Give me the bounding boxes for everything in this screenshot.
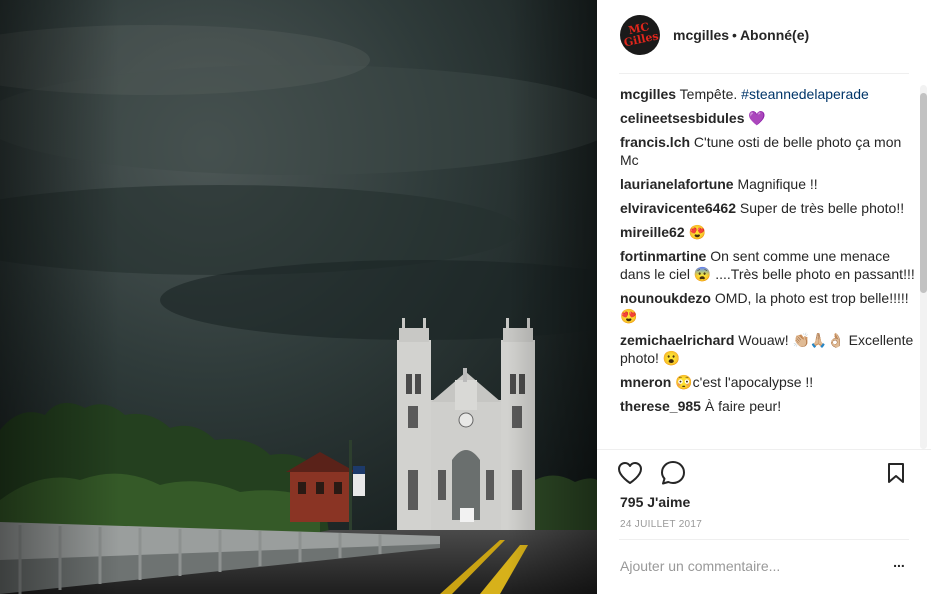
speech-bubble-icon [661,461,685,485]
comment-username-link[interactable]: francis.lch [620,134,690,150]
list-item: zemichaelrichard Wouaw! 👏🏼🙏🏼👌🏼 Excellent… [620,331,915,367]
header-divider [619,73,909,74]
comments-scrollbar[interactable] [920,85,927,449]
comment-username-link[interactable]: celineetsesbidules [620,110,745,126]
list-item: laurianelafortune Magnifique !! [620,175,915,193]
avatar[interactable]: MC Gilles [620,15,660,55]
comment-username-link[interactable]: nounoukdezo [620,290,711,306]
comment-text: OMD, la photo est trop belle!!!!! [714,290,909,306]
comment-button[interactable] [659,459,687,487]
comment-username-link[interactable]: elviravicente6462 [620,200,736,216]
header-separator: • [732,27,737,43]
header-line: mcgilles • Abonné(e) [673,27,809,43]
post-header: MC Gilles mcgilles • Abonné(e) [597,0,931,73]
header-username-link[interactable]: mcgilles [673,27,729,43]
comment-username-link[interactable]: therese_985 [620,398,701,414]
scrollbar-thumb[interactable] [920,93,927,293]
more-options-button[interactable]: ... [889,555,909,576]
list-item: elviravicente6462 Super de très belle ph… [620,199,915,217]
comment-text: 😳c'est l'apocalypse !! [675,374,814,390]
surprised-emoji: 😮 [662,350,681,366]
actions-divider [597,449,931,450]
comment-text: Super de très belle photo!! [739,200,905,216]
heart-eyes-emoji: 😍 [620,308,638,324]
list-item: mireille62 😍 [620,223,915,241]
bookmark-icon [888,463,904,483]
purple-heart-emoji: 💜 [748,110,766,126]
list-item: mneron 😳c'est l'apocalypse !! [620,373,915,391]
list-item: fortinmartine On sent comme une menace d… [620,247,915,283]
comment-username-link[interactable]: fortinmartine [620,248,706,264]
list-item: francis.lch C'tune osti de belle photo ç… [620,133,915,169]
avatar-logo-text: MC Gilles [622,20,660,50]
save-button[interactable] [882,459,910,487]
post-date[interactable]: 24 JUILLET 2017 [620,519,702,530]
storm-church-illustration [0,0,597,594]
follow-status-button[interactable]: Abonné(e) [740,27,809,43]
comment-username-link[interactable]: zemichaelrichard [620,332,734,348]
post-photo[interactable] [0,0,597,594]
composer-divider [619,539,909,540]
list-item: therese_985 À faire peur! [620,397,915,415]
heart-eyes-emoji: 😍 [688,224,706,240]
post-side-panel: MC Gilles mcgilles • Abonné(e) mcgilles Te… [597,0,931,594]
list-item: nounoukdezo OMD, la photo est trop belle… [620,289,915,325]
list-item: celineetsesbidules 💜 [620,109,915,127]
comment-caption: mcgilles Tempête. #steannedelaperade [620,85,915,103]
comment-username-link[interactable]: mireille62 [620,224,685,240]
comment-username-link[interactable]: mneron [620,374,671,390]
comment-text: Magnifique !! [737,176,818,192]
comment-username-link[interactable]: mcgilles [620,86,676,102]
like-button[interactable] [616,459,644,487]
comment-text: Tempête. [679,86,738,102]
comment-text: À faire peur! [704,398,782,414]
hashtag-link[interactable]: #steannedelaperade [741,86,869,102]
likes-count[interactable]: 795 J'aime [620,494,690,510]
add-comment-input[interactable] [618,553,882,579]
comment-username-link[interactable]: laurianelafortune [620,176,734,192]
comments-list[interactable]: mcgilles Tempête. #steannedelaperade cel… [620,85,915,449]
instagram-post-viewer: MC Gilles mcgilles • Abonné(e) mcgilles Te… [0,0,931,594]
heart-outline-icon [618,462,642,484]
